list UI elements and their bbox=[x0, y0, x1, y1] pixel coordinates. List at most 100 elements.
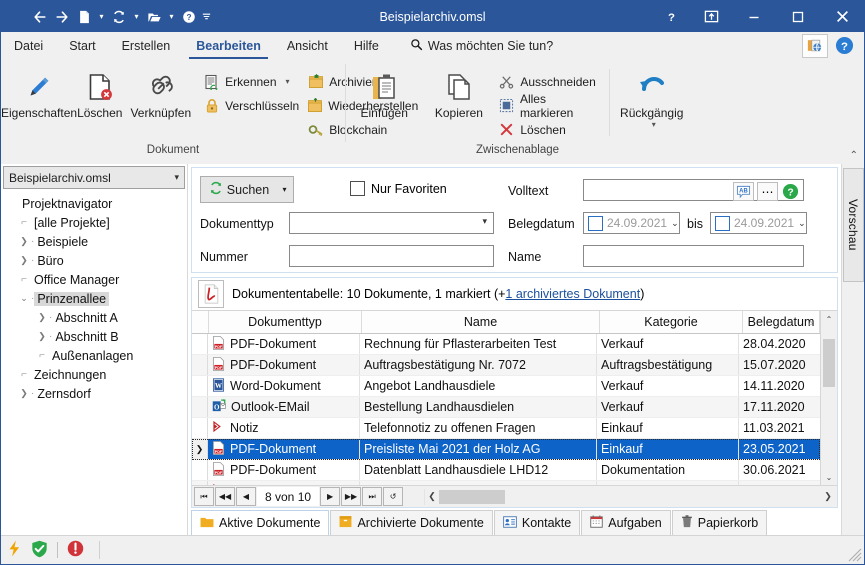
nav-first-button[interactable]: ⏮ bbox=[194, 487, 214, 506]
volltext-input[interactable]: AB ⋯ ? bbox=[583, 179, 804, 201]
chevron-down-icon[interactable]: ⌄ bbox=[671, 218, 679, 229]
tab-aufgaben[interactable]: Aufgaben bbox=[581, 510, 671, 535]
horizontal-scroll-thumb[interactable] bbox=[439, 489, 506, 504]
ribbon-display-options-icon[interactable] bbox=[690, 1, 732, 32]
grid-header-dokumenttyp[interactable]: Dokumenttyp bbox=[209, 311, 362, 333]
error-icon[interactable] bbox=[67, 540, 84, 560]
table-row[interactable]: PDF PDF-Dokument Datenblatt Landhausdiel… bbox=[192, 460, 820, 481]
ab-tooltip-icon[interactable]: AB bbox=[733, 182, 754, 201]
grid-header-kategorie[interactable]: Kategorie bbox=[600, 311, 743, 333]
erkennen-caret-icon[interactable]: ▾ bbox=[286, 77, 290, 86]
sidebar-item-abschnitt-b[interactable]: ❯ · Abschnitt B bbox=[5, 327, 187, 346]
table-row[interactable]: W Word-Dokument Angebot Landhausdiele Ve… bbox=[192, 376, 820, 397]
sidebar-item-prinzenallee[interactable]: ⌄ · Prinzenallee bbox=[5, 289, 187, 308]
sidebar-item-aussenanlagen[interactable]: ⌐ Außenanlagen bbox=[5, 346, 187, 365]
kopieren-button[interactable]: Kopieren bbox=[423, 63, 494, 120]
archived-document-link[interactable]: 1 archiviertes Dokument bbox=[505, 287, 640, 301]
grid-vertical-scrollbar[interactable]: ⌃ ⌄ bbox=[820, 311, 837, 485]
ellipsis-icon[interactable]: ⋯ bbox=[757, 182, 778, 201]
back-icon[interactable] bbox=[29, 6, 51, 28]
table-row[interactable]: Notiz Telefonnotiz zu offenen Fragen Ein… bbox=[192, 418, 820, 439]
sidebar-item-alle-projekte[interactable]: ⌐ [alle Projekte] bbox=[5, 213, 187, 232]
nav-next-button[interactable]: ▶ bbox=[320, 487, 341, 506]
table-row-selected[interactable]: ❯ PDF PDF-Dokument Preisliste Mai 2021 d… bbox=[192, 439, 820, 460]
chevron-right-icon[interactable]: ❯ bbox=[35, 331, 49, 342]
help-green-icon[interactable]: ? bbox=[781, 183, 800, 200]
tab-erstellen[interactable]: Erstellen bbox=[109, 32, 184, 59]
belegdatum-to-field[interactable]: 24.09.2021 ⌄ bbox=[710, 212, 807, 234]
shield-ok-icon[interactable] bbox=[31, 540, 48, 561]
vertical-scroll-thumb[interactable] bbox=[823, 339, 835, 387]
grid-header-belegdatum[interactable]: Belegdatum ▵ bbox=[743, 311, 820, 333]
tab-ansicht[interactable]: Ansicht bbox=[274, 32, 341, 59]
vorschau-tab-button[interactable]: Vorschau bbox=[842, 168, 864, 282]
tab-kontakte[interactable]: Kontakte bbox=[493, 510, 581, 535]
rueckgaengig-button[interactable]: Rückgängig ▾ bbox=[613, 63, 690, 129]
nav-next-page-button[interactable]: ▶▶ bbox=[341, 487, 362, 506]
eigenschaften-button[interactable]: Eigenschaften bbox=[1, 63, 77, 120]
new-document-icon[interactable] bbox=[73, 6, 95, 28]
new-document-caret-icon[interactable]: ▾ bbox=[95, 6, 108, 28]
tell-me-box[interactable]: Was möchten Sie tun? bbox=[392, 32, 553, 59]
chevron-right-icon[interactable]: ❯ bbox=[17, 388, 31, 399]
suchen-button[interactable]: Suchen bbox=[200, 176, 278, 203]
refresh-icon[interactable] bbox=[108, 6, 130, 28]
sidebar-item-office-manager[interactable]: ⌐ Office Manager bbox=[5, 270, 187, 289]
nav-last-button[interactable]: ⏭ bbox=[362, 487, 383, 506]
minimize-button[interactable] bbox=[732, 1, 776, 32]
suchen-dropdown-button[interactable]: ▾ bbox=[276, 176, 294, 203]
tab-aktive-dokumente[interactable]: Aktive Dokumente bbox=[191, 510, 330, 535]
chevron-down-icon[interactable]: ⌄ bbox=[798, 218, 806, 229]
table-row[interactable]: PDF PDF-Dokument Auftragsbestätigung Nr.… bbox=[192, 355, 820, 376]
nav-prev-button[interactable]: ◀ bbox=[236, 487, 256, 506]
sidebar-item-buero[interactable]: ❯ · Büro bbox=[5, 251, 187, 270]
tab-start[interactable]: Start bbox=[56, 32, 108, 59]
rueckgaengig-caret-icon[interactable]: ▾ bbox=[652, 120, 656, 129]
belegdatum-to-checkbox[interactable] bbox=[715, 215, 730, 231]
help-round-icon[interactable]: ? bbox=[832, 35, 856, 57]
tab-hilfe[interactable]: Hilfe bbox=[341, 32, 392, 59]
nummer-input[interactable] bbox=[289, 245, 494, 267]
chevron-right-icon[interactable]: ❯ bbox=[35, 312, 49, 323]
tree-root[interactable]: Projektnavigator bbox=[5, 194, 187, 213]
belegdatum-from-field[interactable]: 24.09.2021 ⌄ bbox=[583, 212, 680, 234]
open-folder-icon[interactable] bbox=[143, 6, 165, 28]
chevron-down-icon[interactable]: ⌄ bbox=[17, 293, 31, 304]
chevron-right-icon[interactable]: ❯ bbox=[17, 255, 31, 266]
tab-papierkorb[interactable]: Papierkorb bbox=[671, 510, 768, 535]
einfuegen-button[interactable]: Einfügen bbox=[345, 63, 423, 120]
scroll-left-icon[interactable]: ❮ bbox=[425, 491, 439, 502]
sidebar-item-beispiele[interactable]: ❯ · Beispiele bbox=[5, 232, 187, 251]
customize-qat-icon[interactable] bbox=[200, 6, 213, 28]
loeschen-dokument-button[interactable]: Löschen bbox=[77, 63, 122, 120]
verknuepfen-button[interactable]: Verknüpfen bbox=[130, 63, 191, 120]
table-row[interactable]: O Outlook-EMail Bestellung Landhausdiele… bbox=[192, 397, 820, 418]
tab-bearbeiten[interactable]: Bearbeiten bbox=[183, 32, 274, 59]
maximize-button[interactable] bbox=[776, 1, 820, 32]
dokumenttyp-select[interactable] bbox=[289, 212, 494, 234]
verschluesseln-button[interactable]: Verschlüsseln bbox=[199, 95, 303, 116]
table-row[interactable]: PDF PDF-Dokument Rechnung für Pflasterar… bbox=[192, 334, 820, 355]
forward-icon[interactable] bbox=[51, 6, 73, 28]
tab-archivierte-dokumente[interactable]: Archivierte Dokumente bbox=[330, 510, 493, 535]
loeschen-clipboard-button[interactable]: Löschen bbox=[494, 119, 604, 140]
ausschneiden-button[interactable]: Ausschneiden bbox=[494, 71, 604, 92]
close-button[interactable] bbox=[820, 1, 864, 32]
resize-grip[interactable] bbox=[848, 548, 862, 562]
archive-select[interactable]: Beispielarchiv.omsl ▾ bbox=[3, 166, 185, 189]
nav-refresh-button[interactable]: ↺ bbox=[383, 487, 404, 506]
name-input[interactable] bbox=[583, 245, 804, 267]
sidebar-item-zernsdorf[interactable]: ❯ · Zernsdorf bbox=[5, 384, 187, 403]
nur-favoriten-checkbox-row[interactable]: Nur Favoriten bbox=[350, 181, 447, 196]
nur-favoriten-checkbox[interactable] bbox=[350, 181, 365, 196]
open-folder-caret-icon[interactable]: ▾ bbox=[165, 6, 178, 28]
refresh-caret-icon[interactable]: ▾ bbox=[130, 6, 143, 28]
tab-datei[interactable]: Datei bbox=[1, 32, 56, 59]
erkennen-button[interactable]: Erkennen ▾ bbox=[199, 71, 303, 92]
lightning-icon[interactable] bbox=[7, 540, 22, 560]
scroll-right-icon[interactable]: ❯ bbox=[821, 491, 835, 502]
grid-header-name[interactable]: Name bbox=[362, 311, 600, 333]
grid-horizontal-scrollbar[interactable]: ❮ ❯ bbox=[424, 488, 835, 505]
web-archive-icon[interactable] bbox=[802, 33, 828, 58]
chevron-right-icon[interactable]: ❯ bbox=[17, 236, 31, 247]
